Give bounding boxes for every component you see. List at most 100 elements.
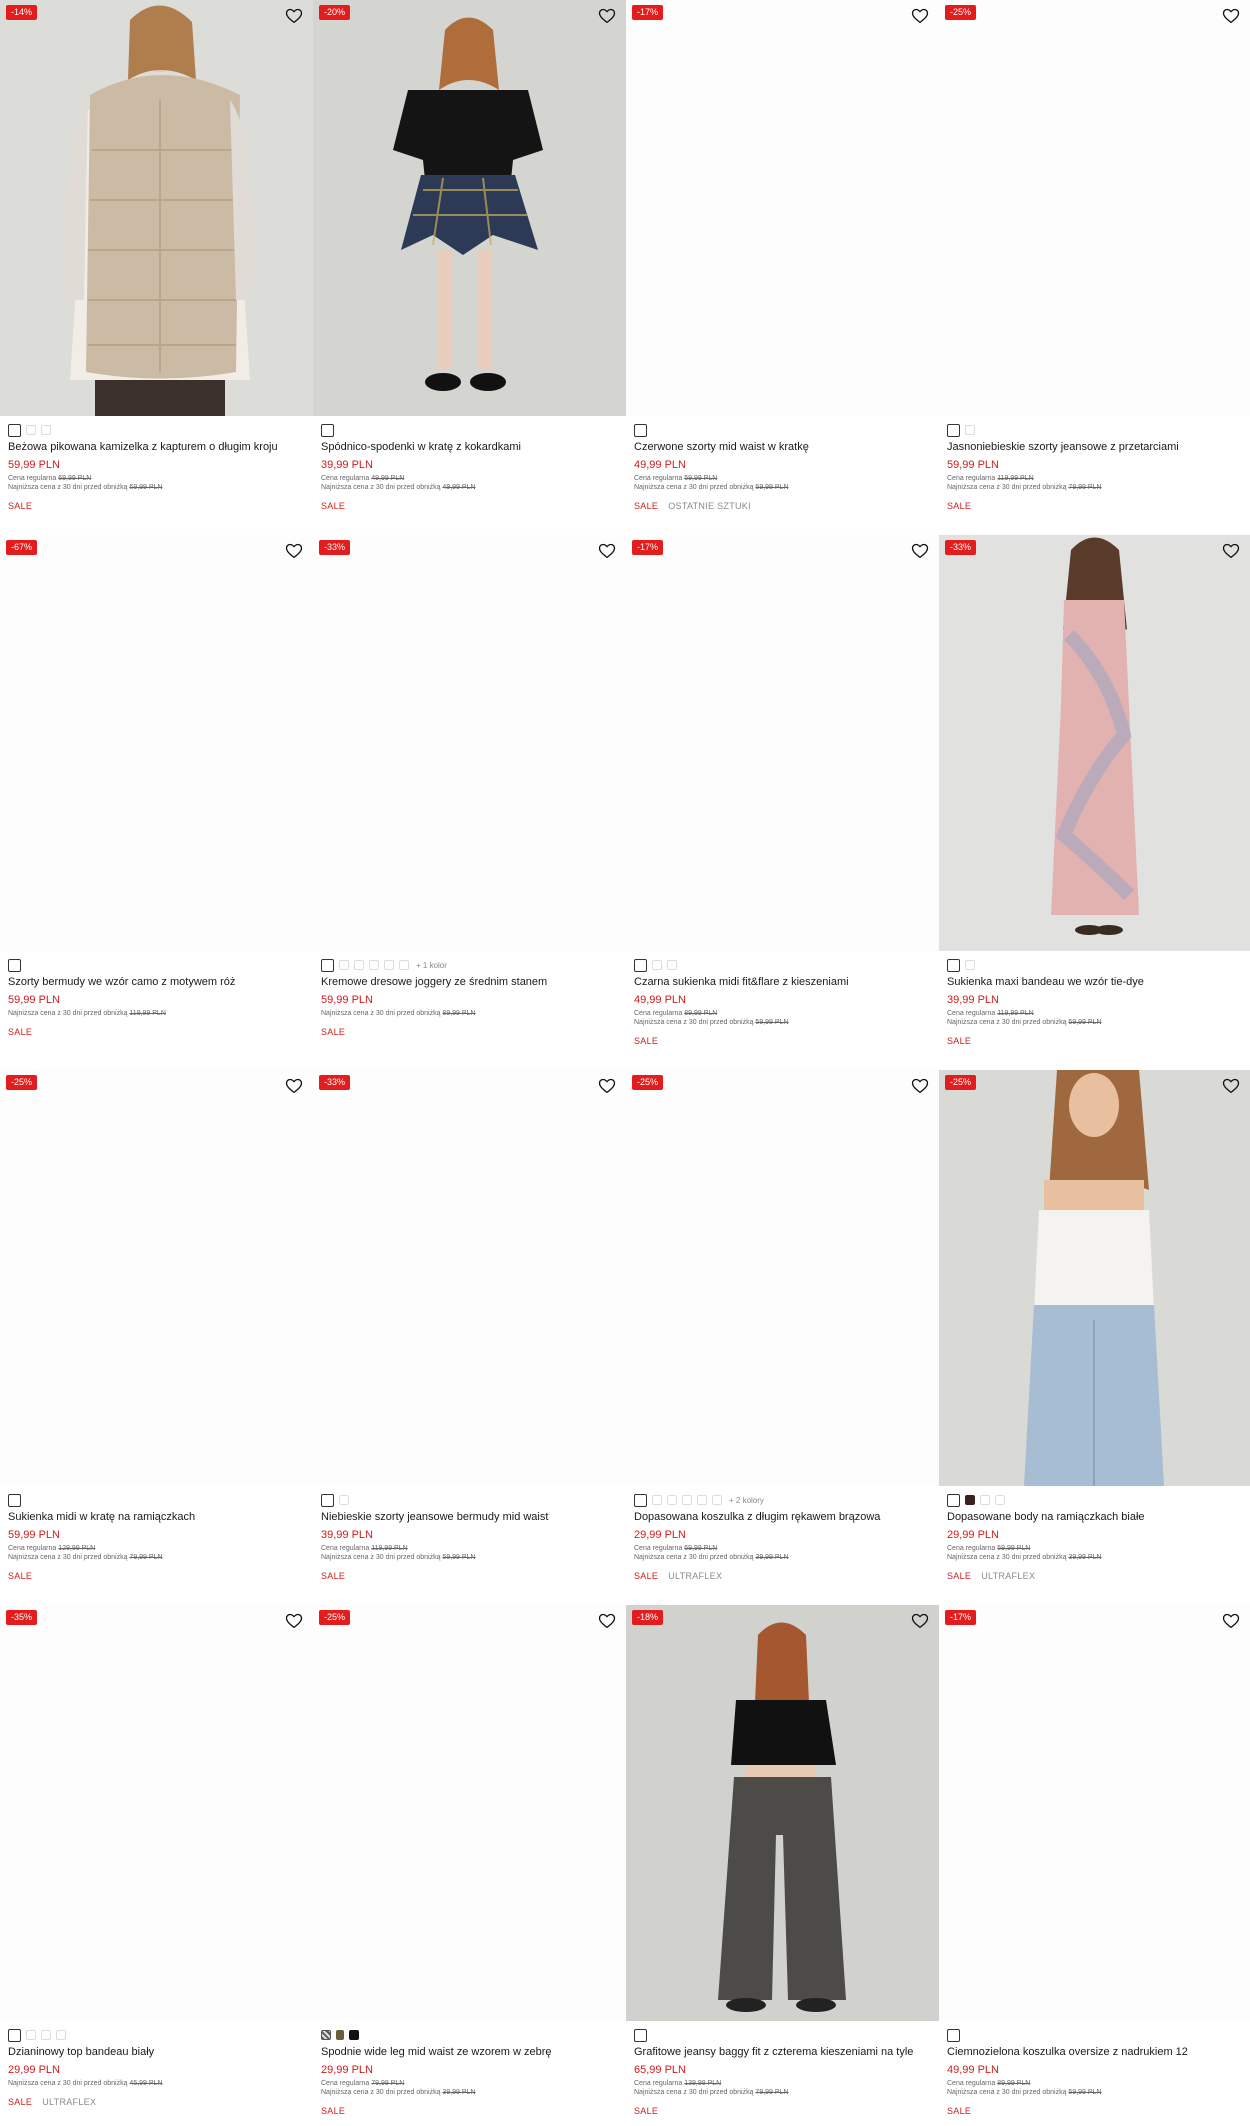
color-swatch[interactable] (634, 423, 647, 437)
color-swatch[interactable] (634, 2028, 647, 2042)
heart-outline-icon[interactable] (598, 542, 616, 560)
color-swatch[interactable] (41, 425, 51, 435)
product-card-8[interactable]: -33% Sukienka maxi bandeau we wzór tie-d… (939, 535, 1250, 1070)
product-card-9[interactable]: -25% Sukienka midi w kratę na ramiączkac… (0, 1070, 313, 1605)
product-image[interactable] (313, 535, 626, 951)
heart-outline-icon[interactable] (598, 1612, 616, 1630)
heart-outline-icon[interactable] (911, 542, 929, 560)
color-swatch[interactable] (965, 1495, 975, 1505)
color-swatch[interactable] (369, 960, 379, 970)
product-card-4[interactable]: -25% Jasnoniebieskie szorty jeansowe z p… (939, 0, 1250, 535)
product-image[interactable] (626, 1605, 939, 2021)
color-swatch[interactable] (336, 2030, 344, 2040)
product-name[interactable]: Dopasowana koszulka z długim rękawem brą… (634, 1511, 932, 1523)
heart-outline-icon[interactable] (911, 1077, 929, 1095)
color-swatch[interactable] (26, 2030, 36, 2040)
product-image[interactable] (626, 1070, 939, 1486)
color-swatch[interactable] (697, 1495, 707, 1505)
product-image[interactable] (626, 0, 939, 416)
product-name[interactable]: Beżowa pikowana kamizelka z kapturem o d… (8, 441, 306, 453)
product-name[interactable]: Ciemnozielona koszulka oversize z nadruk… (947, 2046, 1245, 2058)
color-swatch[interactable] (965, 425, 975, 435)
heart-outline-icon[interactable] (1222, 1077, 1240, 1095)
product-name[interactable]: Spódnico-spodenki w kratę z kokardkami (321, 441, 619, 453)
color-swatch[interactable] (321, 2030, 331, 2040)
color-swatch[interactable] (652, 1495, 662, 1505)
product-image[interactable] (939, 1605, 1250, 2021)
color-swatch[interactable] (56, 2030, 66, 2040)
product-name[interactable]: Jasnoniebieskie szorty jeansowe z przeta… (947, 441, 1245, 453)
color-swatch[interactable] (947, 1493, 960, 1507)
color-swatch[interactable] (8, 958, 21, 972)
color-swatch[interactable] (354, 960, 364, 970)
color-swatch[interactable] (399, 960, 409, 970)
color-swatch[interactable] (947, 2028, 960, 2042)
color-swatch[interactable] (321, 1493, 334, 1507)
product-card-7[interactable]: -17% Czarna sukienka midi fit&flare z ki… (626, 535, 939, 1070)
color-swatch[interactable] (634, 1493, 647, 1507)
color-swatch[interactable] (321, 423, 334, 437)
product-name[interactable]: Dopasowane body na ramiączkach białe (947, 1511, 1245, 1523)
heart-outline-icon[interactable] (1222, 542, 1240, 560)
product-card-10[interactable]: -33% Niebieskie szorty jeansowe bermudy … (313, 1070, 626, 1605)
product-image[interactable] (313, 0, 626, 416)
color-swatch[interactable] (8, 1493, 21, 1507)
product-image[interactable] (939, 0, 1250, 416)
product-card-12[interactable]: -25% Dopasowane body na ramiączkach biał… (939, 1070, 1250, 1605)
product-image[interactable] (313, 1070, 626, 1486)
product-card-15[interactable]: -18% Grafitowe jeansy baggy fit z cztere… (626, 1605, 939, 2126)
product-card-5[interactable]: -67% Szorty bermudy we wzór camo z motyw… (0, 535, 313, 1070)
heart-outline-icon[interactable] (911, 7, 929, 25)
color-swatch[interactable] (667, 960, 677, 970)
color-swatch[interactable] (667, 1495, 677, 1505)
heart-outline-icon[interactable] (285, 7, 303, 25)
product-name[interactable]: Czarna sukienka midi fit&flare z kieszen… (634, 976, 932, 988)
color-swatch[interactable] (712, 1495, 722, 1505)
product-name[interactable]: Dzianinowy top bandeau biały (8, 2046, 306, 2058)
product-image[interactable] (0, 1605, 313, 2021)
more-colors-label[interactable]: + 2 kolory (729, 1496, 764, 1505)
color-swatch[interactable] (339, 960, 349, 970)
product-name[interactable]: Sukienka midi w kratę na ramiączkach (8, 1511, 306, 1523)
heart-outline-icon[interactable] (598, 1077, 616, 1095)
color-swatch[interactable] (8, 423, 21, 437)
heart-outline-icon[interactable] (285, 1077, 303, 1095)
product-name[interactable]: Spodnie wide leg mid waist ze wzorem w z… (321, 2046, 619, 2058)
product-image[interactable] (313, 1605, 626, 2021)
product-name[interactable]: Czerwone szorty mid waist w kratkę (634, 441, 932, 453)
product-image[interactable] (939, 1070, 1250, 1486)
color-swatch[interactable] (384, 960, 394, 970)
color-swatch[interactable] (995, 1495, 1005, 1505)
product-name[interactable]: Sukienka maxi bandeau we wzór tie-dye (947, 976, 1245, 988)
heart-outline-icon[interactable] (1222, 7, 1240, 25)
product-image[interactable] (0, 535, 313, 951)
product-card-16[interactable]: -17% Ciemnozielona koszulka oversize z n… (939, 1605, 1250, 2126)
color-swatch[interactable] (947, 958, 960, 972)
product-name[interactable]: Grafitowe jeansy baggy fit z czterema ki… (634, 2046, 932, 2058)
product-card-6[interactable]: -33% + 1 kolor Kremowe dresowe joggery z… (313, 535, 626, 1070)
color-swatch[interactable] (26, 425, 36, 435)
product-name[interactable]: Szorty bermudy we wzór camo z motywem ró… (8, 976, 306, 988)
color-swatch[interactable] (349, 2030, 359, 2040)
product-image[interactable] (0, 0, 313, 416)
product-card-2[interactable]: -20% Spódnico-spodenki w kratę z kokardk… (313, 0, 626, 535)
heart-outline-icon[interactable] (285, 1612, 303, 1630)
heart-outline-icon[interactable] (911, 1612, 929, 1630)
product-name[interactable]: Kremowe dresowe joggery ze średnim stane… (321, 976, 619, 988)
product-image[interactable] (626, 535, 939, 951)
color-swatch[interactable] (965, 960, 975, 970)
color-swatch[interactable] (321, 958, 334, 972)
heart-outline-icon[interactable] (285, 542, 303, 560)
color-swatch[interactable] (980, 1495, 990, 1505)
color-swatch[interactable] (682, 1495, 692, 1505)
product-image[interactable] (939, 535, 1250, 951)
product-card-14[interactable]: -25% Spodnie wide leg mid waist ze wzore… (313, 1605, 626, 2126)
product-card-1[interactable]: -14% Beżowa pikowana kamizelka z kapture… (0, 0, 313, 535)
color-swatch[interactable] (634, 958, 647, 972)
more-colors-label[interactable]: + 1 kolor (416, 961, 447, 970)
color-swatch[interactable] (947, 423, 960, 437)
product-card-3[interactable]: -17% Czerwone szorty mid waist w kratkę … (626, 0, 939, 535)
heart-outline-icon[interactable] (598, 7, 616, 25)
product-card-13[interactable]: -35% Dzianinowy top bandeau biały 29,99 … (0, 1605, 313, 2126)
heart-outline-icon[interactable] (1222, 1612, 1240, 1630)
